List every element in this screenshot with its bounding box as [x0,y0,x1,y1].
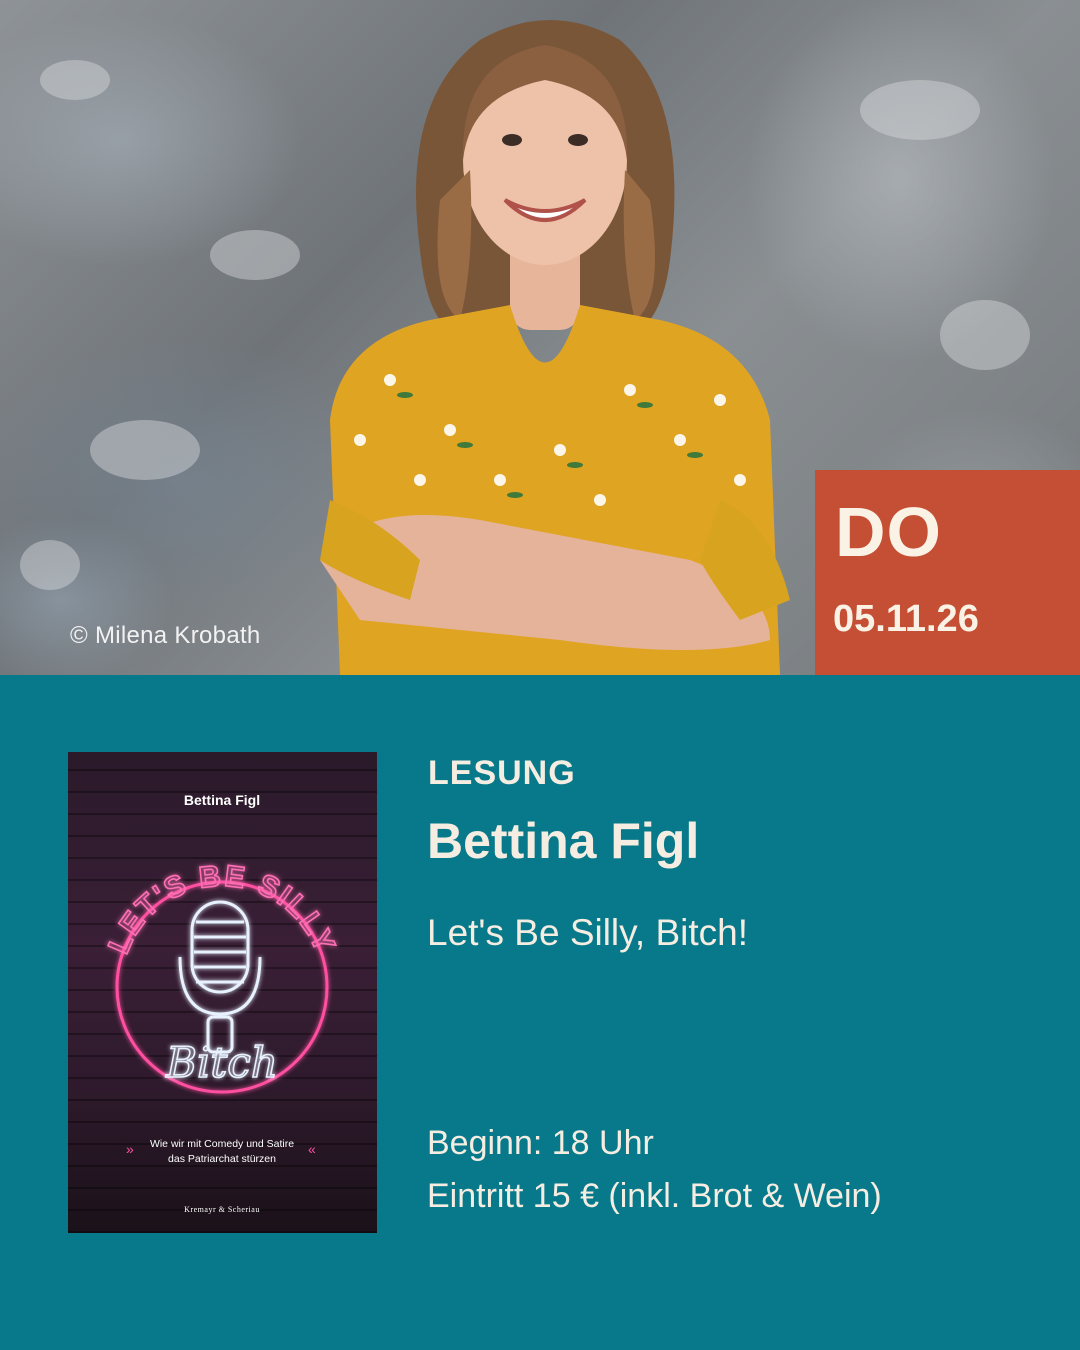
book-script-title: Bitch [165,1038,278,1087]
book-tagline-1: Wie wir mit Comedy und Satire [150,1138,294,1150]
event-info: Beginn: 18 Uhr Eintritt 15 € (inkl. Brot… [427,1117,882,1223]
photo-credit: © Milena Krobath [70,622,261,649]
weekday: DO [835,493,942,571]
wall-texture [860,80,980,140]
event-date: 05.11.26 [833,598,979,640]
event-title: Let's Be Silly, Bitch! [427,912,749,953]
date-badge: DO 05.11.26 [815,470,1080,675]
book-publisher: Kremayr & Scheriau [184,1205,260,1214]
event-author: Bettina Figl [427,813,700,869]
book-tagline-2: das Patriarchat stürzen [168,1153,276,1165]
wall-texture [40,60,110,100]
microphone-icon [178,900,262,1054]
event-category: LESUNG [428,754,576,792]
admission-price: Eintritt 15 € (inkl. Brot & Wein) [427,1177,882,1215]
wall-texture [20,540,80,590]
start-time: Beginn: 18 Uhr [427,1124,654,1162]
chevron-left-icon: « [308,1141,316,1157]
book-cover-art: Bettina Figl LET'S BE SILLY Bitch Wie wi… [102,792,341,1214]
wall-texture [940,300,1030,370]
person-illustration [320,20,790,675]
event-poster: © Milena Krobath DO 05.11.26 Bettina Fig… [0,0,1080,1350]
book-author: Bettina Figl [184,792,260,808]
book-neon-title: LET'S BE SILLY [102,860,341,959]
wall-texture [210,230,300,280]
chevron-right-icon: » [126,1141,134,1157]
wall-texture [90,420,200,480]
book-cover: Bettina Figl LET'S BE SILLY Bitch Wie wi… [68,752,377,1233]
